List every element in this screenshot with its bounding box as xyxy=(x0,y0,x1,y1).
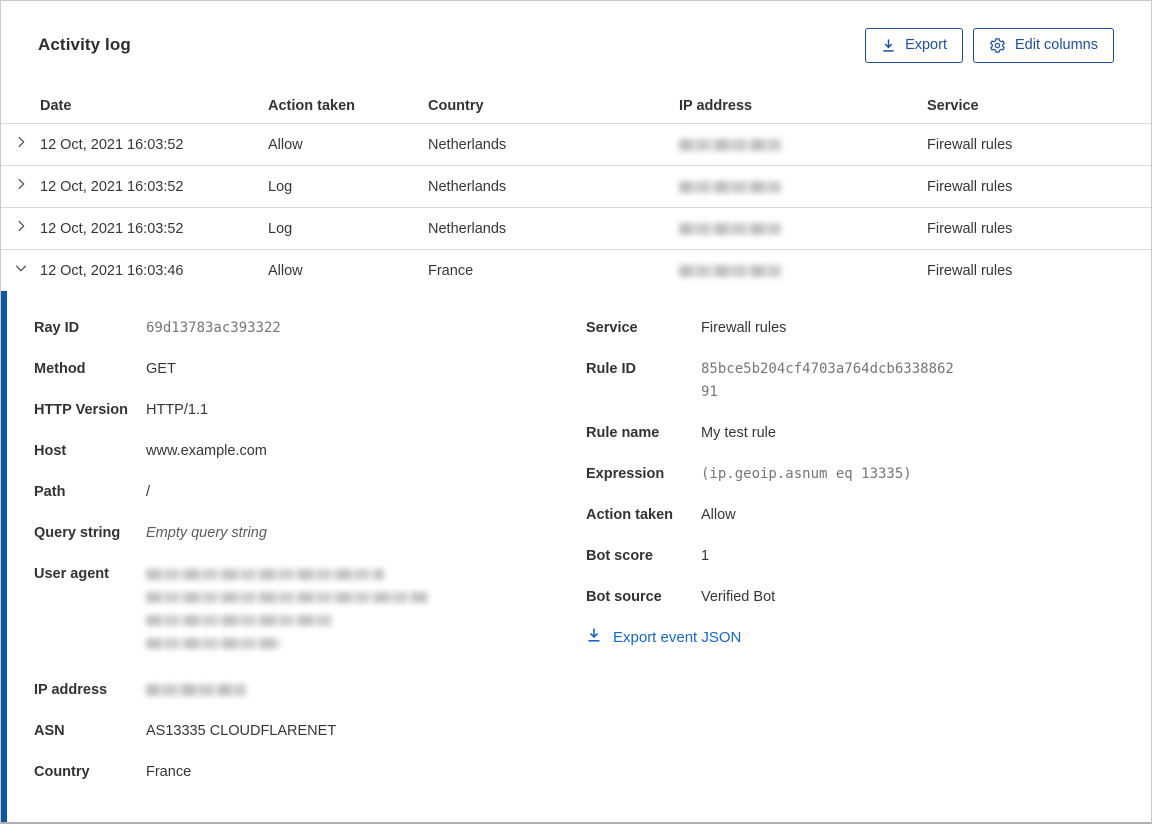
table-row-expanded[interactable]: 12 Oct, 2021 16:03:46 Allow France Firew… xyxy=(1,249,1151,291)
edit-columns-button[interactable]: Edit columns xyxy=(972,27,1114,63)
expand-row-button[interactable] xyxy=(1,208,40,249)
row-service: Firewall rules xyxy=(927,178,1013,195)
detail-field-user-agent: User agent xyxy=(34,563,554,661)
detail-field-path: Path / xyxy=(34,484,151,500)
detail-field-rule-name: Rule name My test rule xyxy=(586,425,776,441)
chevron-right-icon xyxy=(14,177,28,196)
chevron-down-icon xyxy=(14,261,28,280)
row-service: Firewall rules xyxy=(927,220,1013,237)
edit-columns-button-label: Edit columns xyxy=(1014,37,1098,53)
row-action: Allow xyxy=(268,136,303,153)
row-date: 12 Oct, 2021 16:03:52 xyxy=(40,136,184,153)
detail-field-query-string: Query string Empty query string xyxy=(34,525,267,541)
detail-field-action-taken: Action taken Allow xyxy=(586,507,736,523)
export-button-label: Export xyxy=(905,37,947,53)
detail-column-left: Ray ID 69d13783ac393322 Method GET HTTP … xyxy=(34,317,554,802)
detail-field-ray-id: Ray ID 69d13783ac393322 xyxy=(34,320,281,336)
detail-field-service: Service Firewall rules xyxy=(586,320,787,336)
detail-field-asn: ASN AS13335 CLOUDFLARENET xyxy=(34,723,337,739)
table-row[interactable]: 12 Oct, 2021 16:03:52 Allow Netherlands … xyxy=(1,123,1151,165)
detail-field-host: Host www.example.com xyxy=(34,443,267,459)
export-event-json-link[interactable]: Export event JSON xyxy=(586,627,1151,647)
row-action: Allow xyxy=(268,262,303,279)
column-header-service: Service xyxy=(927,98,979,114)
gear-icon xyxy=(989,37,1006,54)
table-header-row: Date Action taken Country IP address Ser… xyxy=(1,89,1151,123)
column-header-ip-address: IP address xyxy=(679,98,753,114)
row-country: Netherlands xyxy=(428,136,507,153)
detail-field-http-version: HTTP Version HTTP/1.1 xyxy=(34,402,209,418)
row-date: 12 Oct, 2021 16:03:52 xyxy=(40,220,184,237)
expand-row-button[interactable] xyxy=(1,124,40,165)
event-detail-panel: Ray ID 69d13783ac393322 Method GET HTTP … xyxy=(1,291,1151,822)
chevron-right-icon xyxy=(14,219,28,238)
redacted-ip-address xyxy=(679,264,781,277)
row-action: Log xyxy=(268,220,293,237)
redacted-ip-address xyxy=(146,684,246,696)
download-icon xyxy=(881,38,896,53)
expand-row-button[interactable] xyxy=(1,166,40,207)
collapse-row-button[interactable] xyxy=(1,250,40,291)
detail-field-ip-address: IP address xyxy=(34,679,554,702)
column-header-country: Country xyxy=(428,98,484,114)
row-action: Log xyxy=(268,178,293,195)
detail-field-expression: Expression (ip.geoip.asnum eq 13335) xyxy=(586,466,912,482)
detail-field-country: Country France xyxy=(34,764,192,780)
detail-field-rule-id: Rule ID 85bce5b204cf4703a764dcb633886291 xyxy=(586,361,954,400)
detail-column-right: Service Firewall rules Rule ID 85bce5b20… xyxy=(586,317,1151,647)
table-row[interactable]: 12 Oct, 2021 16:03:52 Log Netherlands Fi… xyxy=(1,207,1151,249)
table-row[interactable]: 12 Oct, 2021 16:03:52 Log Netherlands Fi… xyxy=(1,165,1151,207)
download-icon xyxy=(586,627,602,647)
row-service: Firewall rules xyxy=(927,262,1013,279)
export-event-json-label: Export event JSON xyxy=(613,628,742,646)
detail-field-bot-source: Bot source Verified Bot xyxy=(586,589,776,605)
row-date: 12 Oct, 2021 16:03:46 xyxy=(40,262,184,279)
export-button[interactable]: Export xyxy=(865,27,963,63)
page-title: Activity log xyxy=(38,35,131,54)
row-country: Netherlands xyxy=(428,178,507,195)
row-service: Firewall rules xyxy=(927,136,1013,153)
column-header-action-taken: Action taken xyxy=(268,98,356,114)
redacted-user-agent xyxy=(146,563,428,661)
activity-log-panel: Activity log Export Edit columns Date Ac… xyxy=(0,0,1152,824)
row-date: 12 Oct, 2021 16:03:52 xyxy=(40,178,184,195)
detail-field-bot-score: Bot score 1 xyxy=(586,548,710,564)
row-country: Netherlands xyxy=(428,220,507,237)
column-header-date: Date xyxy=(40,98,72,114)
activity-table: Date Action taken Country IP address Ser… xyxy=(1,89,1151,291)
row-country: France xyxy=(428,262,474,279)
chevron-right-icon xyxy=(14,135,28,154)
redacted-ip-address xyxy=(679,138,781,151)
header-actions: Export Edit columns xyxy=(865,27,1114,63)
header: Activity log Export Edit columns xyxy=(1,1,1151,89)
detail-field-method: Method GET xyxy=(34,361,176,377)
redacted-ip-address xyxy=(679,180,781,193)
redacted-ip-address xyxy=(679,222,781,235)
